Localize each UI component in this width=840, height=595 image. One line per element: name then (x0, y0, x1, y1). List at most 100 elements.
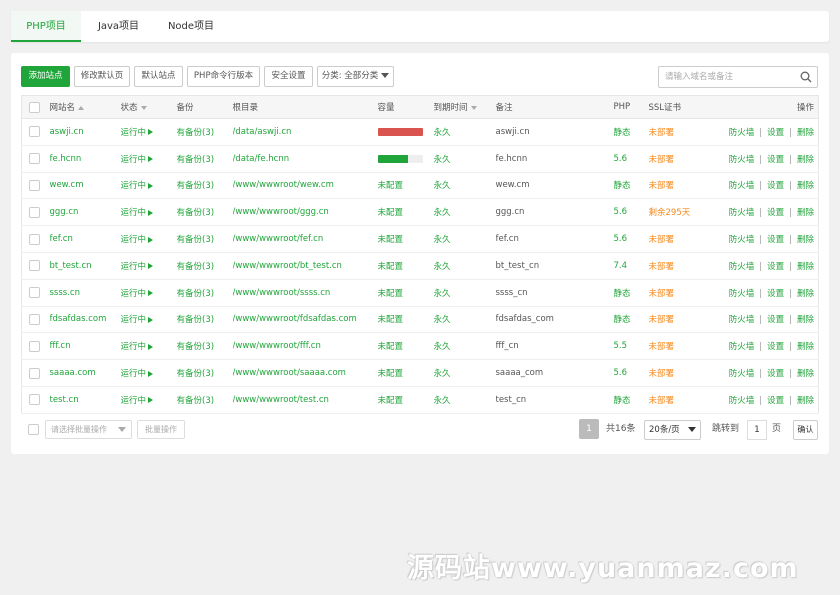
backup-link[interactable]: 有备份(3) (177, 262, 215, 272)
site-name-link[interactable]: aswji.cn (50, 127, 84, 137)
col-site-name[interactable]: 网站名 (49, 95, 121, 119)
backup-link[interactable]: 有备份(3) (177, 369, 215, 379)
row-checkbox[interactable] (29, 313, 40, 325)
add-site-button[interactable]: 添加站点 (21, 66, 70, 87)
row-checkbox[interactable] (29, 206, 40, 218)
delete-link[interactable]: 删除 (797, 369, 814, 379)
status-toggle[interactable]: 运行中 (121, 396, 154, 406)
site-name-link[interactable]: bt_test.cn (50, 261, 92, 271)
delete-link[interactable]: 删除 (797, 208, 814, 218)
row-checkbox[interactable] (29, 287, 40, 299)
remark-text[interactable]: aswji.cn (496, 127, 530, 137)
delete-link[interactable]: 删除 (797, 289, 814, 299)
settings-link[interactable]: 设置 (767, 369, 784, 379)
delete-link[interactable]: 删除 (797, 342, 814, 352)
select-all-checkbox[interactable] (29, 101, 40, 113)
php-version-link[interactable]: 5.5 (614, 341, 628, 351)
firewall-link[interactable]: 防火墙 (729, 369, 755, 379)
backup-link[interactable]: 有备份(3) (177, 181, 215, 191)
expire-link[interactable]: 永久 (434, 369, 451, 379)
php-version-link[interactable]: 静态 (614, 128, 631, 138)
site-name-link[interactable]: test.cn (50, 395, 79, 405)
settings-link[interactable]: 设置 (767, 208, 784, 218)
site-name-link[interactable]: ggg.cn (50, 207, 79, 217)
tab-node[interactable]: Node项目 (158, 11, 224, 42)
expire-link[interactable]: 永久 (434, 342, 451, 352)
footer-select-all-checkbox[interactable] (28, 424, 39, 435)
firewall-link[interactable]: 防火墙 (729, 128, 755, 138)
root-dir-link[interactable]: /www/wwwroot/bt_test.cn (233, 261, 342, 271)
remark-text[interactable]: fef.cn (496, 234, 519, 244)
col-expire[interactable]: 到期时间 (433, 95, 496, 119)
root-dir-link[interactable]: /www/wwwroot/fdsafdas.com (233, 314, 357, 324)
php-cli-version-button[interactable]: PHP命令行版本 (187, 66, 260, 87)
backup-link[interactable]: 有备份(3) (177, 342, 215, 352)
ssl-status-link[interactable]: 未部署 (649, 289, 675, 299)
row-checkbox[interactable] (29, 394, 40, 406)
jump-page-input[interactable] (747, 420, 767, 440)
remark-text[interactable]: fdsafdas_com (496, 314, 554, 324)
remark-text[interactable]: fe.hcnn (496, 154, 528, 164)
row-checkbox[interactable] (29, 340, 40, 352)
site-name-link[interactable]: wew.cm (50, 180, 84, 190)
root-dir-link[interactable]: /data/aswji.cn (233, 127, 292, 137)
page-number-current[interactable]: 1 (579, 419, 599, 439)
php-version-link[interactable]: 5.6 (614, 234, 628, 244)
expire-link[interactable]: 永久 (434, 181, 451, 191)
root-dir-link[interactable]: /www/wwwroot/ggg.cn (233, 207, 329, 217)
backup-link[interactable]: 有备份(3) (177, 289, 215, 299)
remark-text[interactable]: test_cn (496, 395, 527, 405)
php-version-link[interactable]: 5.6 (614, 368, 628, 378)
backup-link[interactable]: 有备份(3) (177, 155, 215, 165)
root-dir-link[interactable]: /data/fe.hcnn (233, 154, 290, 164)
firewall-link[interactable]: 防火墙 (729, 155, 755, 165)
default-site-button[interactable]: 默认站点 (134, 66, 183, 87)
backup-link[interactable]: 有备份(3) (177, 128, 215, 138)
php-version-link[interactable]: 7.4 (614, 261, 628, 271)
site-name-link[interactable]: ssss.cn (50, 288, 80, 298)
tab-java[interactable]: Java项目 (86, 11, 151, 42)
php-version-link[interactable]: 5.6 (614, 207, 628, 217)
site-name-link[interactable]: fe.hcnn (50, 154, 82, 164)
php-version-link[interactable]: 静态 (614, 181, 631, 191)
ssl-status-link[interactable]: 未部署 (649, 396, 675, 406)
backup-link[interactable]: 有备份(3) (177, 315, 215, 325)
remark-text[interactable]: ggg.cn (496, 207, 525, 217)
root-dir-link[interactable]: /www/wwwroot/saaaa.com (233, 368, 346, 378)
status-toggle[interactable]: 运行中 (121, 369, 154, 379)
remark-text[interactable]: ssss_cn (496, 288, 528, 298)
settings-link[interactable]: 设置 (767, 396, 784, 406)
expire-link[interactable]: 永久 (434, 289, 451, 299)
expire-link[interactable]: 永久 (434, 128, 451, 138)
root-dir-link[interactable]: /www/wwwroot/fef.cn (233, 234, 324, 244)
ssl-status-link[interactable]: 未部署 (649, 262, 675, 272)
search-input[interactable] (658, 66, 818, 88)
delete-link[interactable]: 删除 (797, 235, 814, 245)
root-dir-link[interactable]: /www/wwwroot/ssss.cn (233, 288, 331, 298)
search-icon[interactable] (800, 71, 812, 83)
remark-text[interactable]: fff_cn (496, 341, 519, 351)
site-name-link[interactable]: saaaa.com (50, 368, 96, 378)
php-version-link[interactable]: 5.6 (614, 154, 628, 164)
php-version-link[interactable]: 静态 (614, 315, 631, 325)
delete-link[interactable]: 删除 (797, 181, 814, 191)
delete-link[interactable]: 删除 (797, 262, 814, 272)
expire-link[interactable]: 永久 (434, 315, 451, 325)
status-toggle[interactable]: 运行中 (121, 342, 154, 352)
settings-link[interactable]: 设置 (767, 128, 784, 138)
settings-link[interactable]: 设置 (767, 315, 784, 325)
backup-link[interactable]: 有备份(3) (177, 208, 215, 218)
ssl-status-link[interactable]: 未部署 (649, 342, 675, 352)
settings-link[interactable]: 设置 (767, 289, 784, 299)
site-name-link[interactable]: fef.cn (50, 234, 73, 244)
site-name-link[interactable]: fff.cn (50, 341, 71, 351)
status-toggle[interactable]: 运行中 (121, 315, 154, 325)
firewall-link[interactable]: 防火墙 (729, 396, 755, 406)
backup-link[interactable]: 有备份(3) (177, 235, 215, 245)
status-toggle[interactable]: 运行中 (121, 181, 154, 191)
firewall-link[interactable]: 防火墙 (729, 289, 755, 299)
settings-link[interactable]: 设置 (767, 262, 784, 272)
ssl-status-link[interactable]: 剩余295天 (649, 208, 691, 218)
expire-link[interactable]: 永久 (434, 396, 451, 406)
col-status[interactable]: 状态 (120, 95, 177, 119)
